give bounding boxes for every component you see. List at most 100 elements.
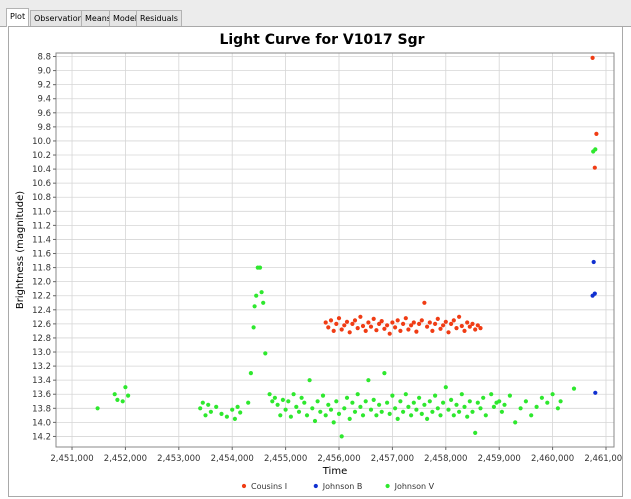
data-point (443, 385, 448, 390)
data-point (280, 397, 285, 402)
data-point (254, 293, 259, 298)
y-tick-label: 14.2 (32, 432, 51, 442)
data-point (368, 324, 374, 329)
data-point (296, 409, 302, 414)
data-point (481, 395, 486, 400)
data-point (467, 399, 472, 404)
light-curve-chart[interactable]: Light Curve for V1017 Sgr 8.8 9.0 9.2 9.4 9.… (9, 27, 622, 496)
data-point (219, 411, 224, 416)
data-point (336, 411, 342, 416)
y-tick-label: 9.2 (37, 81, 51, 91)
data-point (235, 404, 240, 409)
data-point (451, 318, 456, 323)
x-tick-label: 2,460,000 (531, 454, 574, 464)
data-point (545, 400, 550, 405)
data-point (593, 390, 598, 395)
data-point (246, 400, 251, 405)
data-point (441, 323, 446, 328)
x-tick-label: 2,456,000 (317, 454, 360, 464)
x-tick-label: 2,451,000 (50, 454, 93, 464)
legend-entry: Johnson B (322, 482, 363, 491)
y-tick-label: 12.4 (32, 306, 51, 316)
legend-marker (385, 483, 390, 489)
data-point (385, 400, 390, 405)
data-point (425, 416, 430, 421)
grid-lines (56, 53, 614, 447)
data-point (443, 319, 448, 324)
data-point (323, 320, 328, 325)
y-tick-label: 10.2 (32, 151, 51, 161)
data-point (366, 378, 371, 383)
x-axis-label: Time (322, 466, 347, 477)
data-point (323, 413, 328, 418)
data-point (326, 402, 331, 407)
data-point (352, 409, 358, 414)
data-point (414, 329, 419, 334)
data-point (320, 393, 326, 398)
data-point (232, 416, 237, 421)
y-tick-label: 10.8 (32, 193, 51, 203)
data-point (470, 321, 475, 326)
chart-title: Light Curve for V1017 Sgr (219, 32, 424, 48)
data-point (379, 319, 384, 324)
data-point (336, 316, 342, 321)
data-point (267, 392, 272, 397)
data-point (379, 409, 384, 414)
data-point (550, 392, 555, 397)
data-point (302, 400, 307, 405)
data-point (451, 413, 456, 418)
data-point (318, 409, 323, 414)
data-point (499, 409, 504, 414)
y-tick-label: 9.4 (37, 95, 51, 105)
y-tick-label: 12.2 (32, 292, 51, 302)
y-tick-label: 12.8 (32, 334, 51, 344)
data-point (473, 430, 478, 435)
data-point (263, 351, 268, 356)
data-point (403, 392, 408, 397)
x-tick-label: 2,453,000 (157, 454, 200, 464)
data-point (315, 399, 320, 404)
data-point (374, 328, 379, 333)
data-point (507, 393, 512, 398)
data-point (208, 409, 213, 414)
data-point (248, 371, 253, 376)
data-point (430, 328, 435, 333)
data-point (272, 395, 277, 400)
data-point (312, 418, 318, 424)
data-point (358, 404, 363, 409)
data-point (433, 393, 438, 398)
y-tick-label: 10.4 (32, 165, 51, 175)
tab-residuals[interactable]: Residuals (136, 10, 182, 26)
data-point (590, 293, 595, 298)
data-point (534, 404, 539, 409)
data-point (355, 326, 360, 331)
data-point (591, 259, 596, 265)
data-point (417, 395, 422, 400)
y-tick-label: 10.6 (32, 179, 51, 189)
data-point (230, 407, 235, 412)
x-tick-label: 2,458,000 (424, 454, 467, 464)
data-point (438, 413, 443, 418)
data-point (433, 321, 438, 326)
y-tick-label: 11.2 (32, 221, 51, 231)
data-point (454, 402, 459, 407)
tab-plot[interactable]: Plot (6, 8, 30, 27)
data-point (291, 392, 296, 397)
data-point (288, 414, 293, 419)
data-point (395, 416, 400, 421)
data-point (454, 326, 459, 331)
y-tick-label: 11.0 (32, 207, 51, 217)
data-point (422, 300, 427, 305)
data-point (529, 413, 534, 418)
data-point (411, 400, 416, 405)
data-point (368, 407, 374, 412)
y-tick-label: 11.4 (32, 235, 51, 245)
data-point (342, 323, 347, 328)
x-tick-label: 2,459,000 (478, 454, 521, 464)
data-point (441, 400, 446, 405)
data-point (523, 399, 529, 404)
data-point (270, 399, 275, 404)
data-point (409, 413, 414, 418)
data-point (278, 413, 283, 418)
data-point (393, 406, 398, 411)
